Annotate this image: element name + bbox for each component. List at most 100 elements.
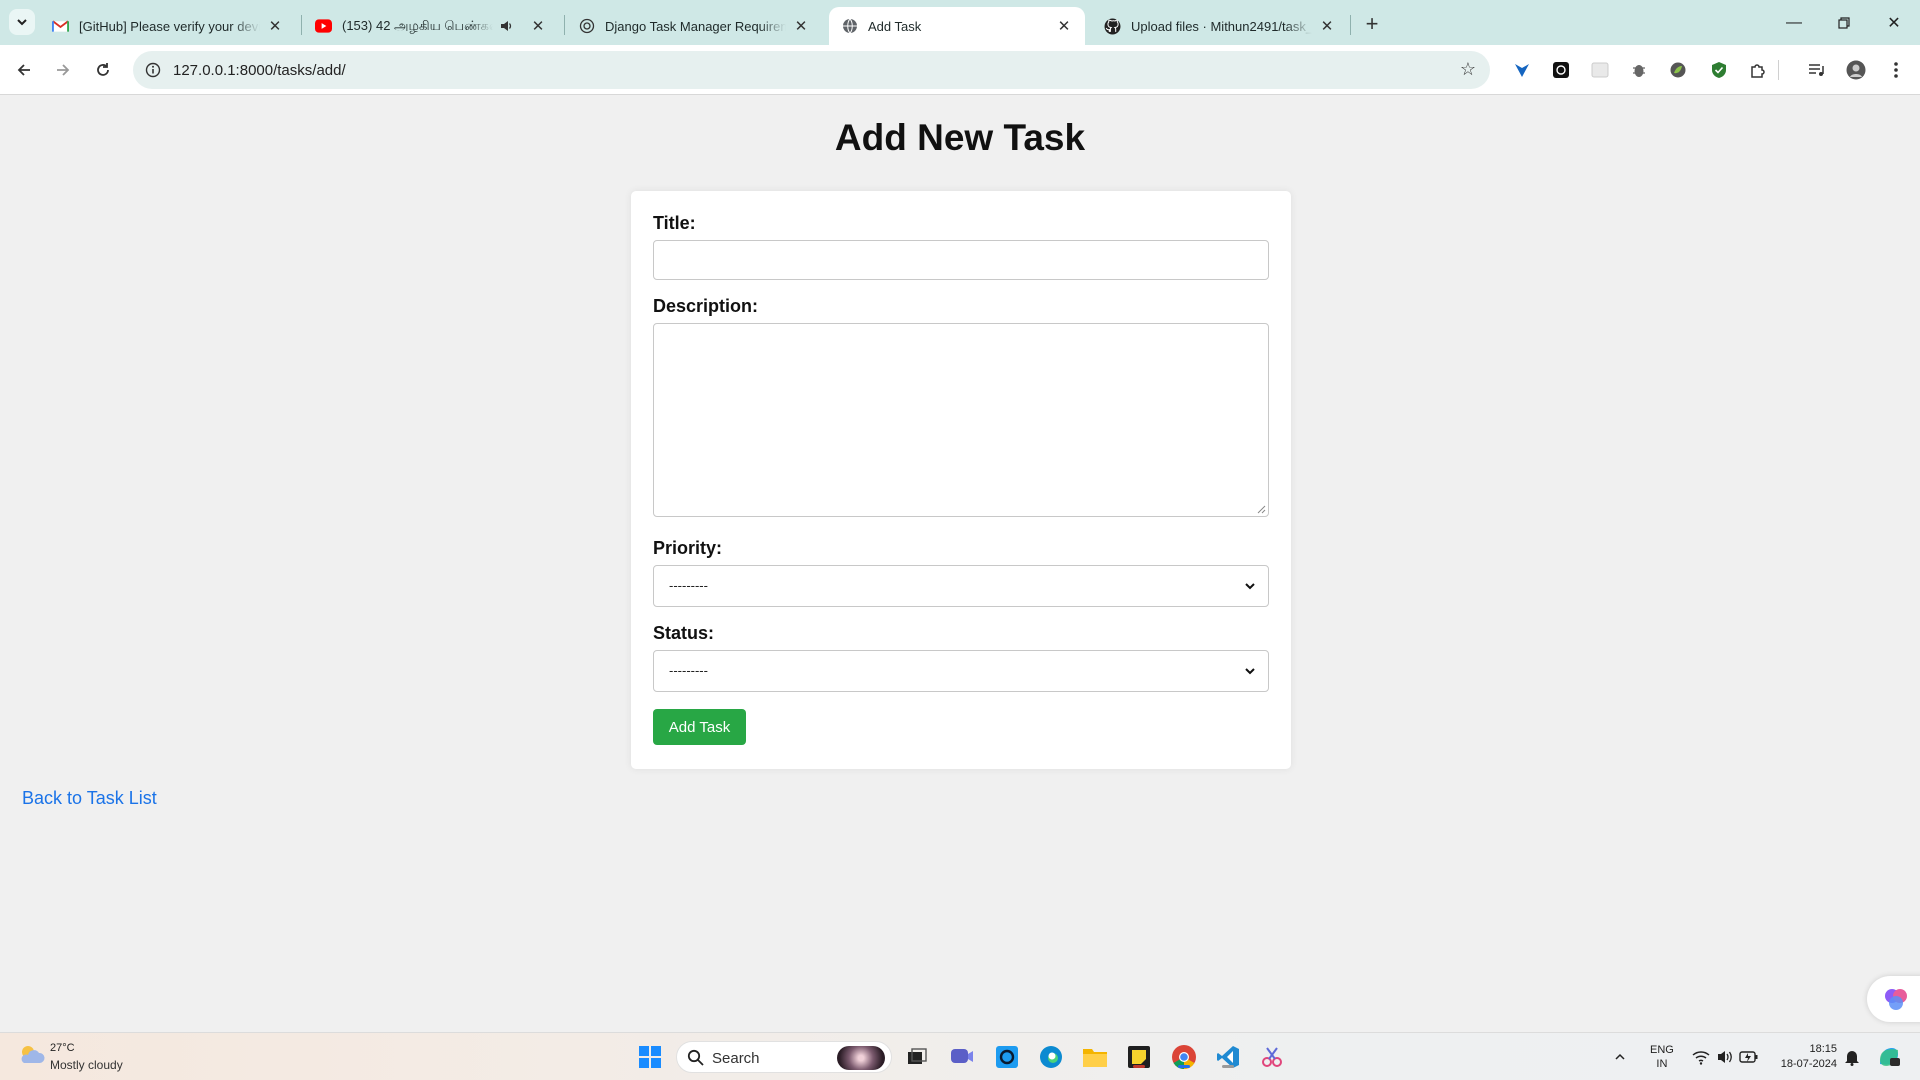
volume-icon[interactable] [1714, 1043, 1736, 1071]
globe-icon [841, 18, 858, 35]
reload-icon [97, 63, 109, 76]
reload-button[interactable] [88, 55, 118, 85]
tab-separator [301, 15, 302, 35]
back-button[interactable] [9, 55, 39, 85]
chatgpt-icon [578, 18, 595, 35]
temperature: 27°C [50, 1042, 75, 1054]
extensions-puzzle-icon[interactable] [1748, 60, 1768, 80]
running-indicator [1178, 1065, 1190, 1068]
tab-upload-files[interactable]: Upload files · Mithun2491/task_manager ✕ [1092, 7, 1348, 45]
tab-title: [GitHub] Please verify your device [79, 18, 260, 34]
tab-title: (153) 42 அழகிய பெண்களின் பெயர்கள் [342, 17, 493, 33]
status-select[interactable]: --------- [653, 650, 1269, 692]
tab-search-button[interactable] [9, 9, 35, 35]
tab-django-requirements[interactable]: Django Task Manager Requirements ✕ [566, 7, 822, 45]
forward-button[interactable] [48, 55, 78, 85]
youtube-icon [315, 18, 332, 35]
toolbar-divider [1778, 60, 1779, 80]
menu-kebab-icon[interactable] [1886, 60, 1906, 80]
start-button[interactable] [636, 1043, 664, 1071]
chrome-browser-icon[interactable] [1170, 1043, 1198, 1071]
file-explorer-icon[interactable] [1081, 1043, 1109, 1071]
github-icon [1104, 18, 1121, 35]
restore-icon [1838, 16, 1850, 29]
tab-youtube[interactable]: (153) 42 அழகிய பெண்களின் பெயர்கள் ✕ [303, 7, 559, 45]
notifications-bell-icon[interactable] [1840, 1043, 1864, 1071]
chevron-up-icon[interactable] [1611, 1043, 1629, 1071]
chevron-down-icon [1242, 578, 1258, 594]
cloud-icon [21, 1046, 45, 1063]
back-to-task-list-link[interactable]: Back to Task List [22, 788, 157, 809]
copilot-floating-button[interactable] [1867, 976, 1920, 1022]
title-input[interactable] [653, 240, 1269, 280]
media-controls-icon[interactable] [1806, 60, 1826, 80]
language-indicator[interactable]: ENG IN [1650, 1043, 1674, 1071]
minimize-icon: — [1786, 13, 1802, 31]
close-icon[interactable]: ✕ [529, 17, 547, 35]
resize-handle-icon[interactable] [1256, 504, 1266, 514]
running-indicator [1222, 1065, 1234, 1068]
site-info-icon[interactable] [143, 60, 163, 80]
chevron-down-icon [17, 19, 27, 26]
tab-title: Upload files · Mithun2491/task_manager [1131, 18, 1312, 34]
copilot-icon[interactable] [1874, 1043, 1904, 1071]
url-text[interactable]: 127.0.0.1:8000/tasks/add/ [173, 62, 346, 79]
task-view-icon[interactable] [903, 1043, 931, 1071]
wifi-icon[interactable] [1690, 1043, 1712, 1071]
teams-chat-icon[interactable] [948, 1043, 976, 1071]
add-task-button[interactable]: Add Task [653, 709, 746, 745]
description-label: Description: [653, 296, 759, 316]
clock-date: 18-07-2024 [1780, 1058, 1837, 1070]
tab-github-verify[interactable]: [GitHub] Please verify your device ✕ [40, 7, 296, 45]
system-clock[interactable]: 18:15 18-07-2024 [1775, 1042, 1837, 1072]
address-bar[interactable]: 127.0.0.1:8000/tasks/add/ ☆ [133, 51, 1490, 89]
brain-icon [1885, 989, 1907, 1010]
sticky-notes-icon[interactable] [1125, 1043, 1153, 1071]
arrow-left-icon [17, 64, 30, 76]
snipping-tool-icon[interactable] [1258, 1043, 1286, 1071]
language-code: ENG [1650, 1044, 1674, 1056]
title-label: Title: [653, 213, 696, 233]
battery-icon[interactable] [1738, 1043, 1760, 1071]
extension-vpn-icon[interactable] [1512, 60, 1532, 80]
status-selected-value: --------- [669, 663, 708, 678]
weather-widget[interactable] [18, 1043, 48, 1071]
arrow-right-icon [57, 64, 70, 76]
extension-blank-icon[interactable] [1590, 60, 1610, 80]
priority-select[interactable]: --------- [653, 565, 1269, 607]
close-icon[interactable]: ✕ [266, 17, 284, 35]
close-icon[interactable]: ✕ [1055, 17, 1073, 35]
edge-browser-icon[interactable] [1037, 1043, 1065, 1071]
windows-taskbar: 27°C Mostly cloudy Search ENG IN 18:15 1… [0, 1032, 1920, 1080]
close-icon[interactable]: ✕ [1318, 17, 1336, 35]
speaker-icon[interactable] [497, 17, 515, 35]
extension-leaf-icon[interactable] [1668, 60, 1688, 80]
taskbar-search[interactable]: Search [676, 1041, 892, 1073]
search-highlight-image [837, 1046, 885, 1070]
priority-label: Priority: [653, 538, 723, 558]
tab-add-task[interactable]: Add Task ✕ [829, 7, 1085, 45]
extension-shield-icon[interactable] [1709, 60, 1729, 80]
tab-title: Add Task [868, 18, 922, 34]
priority-selected-value: --------- [669, 578, 708, 593]
new-tab-button[interactable]: + [1358, 10, 1386, 38]
weather-condition: Mostly cloudy [50, 1058, 123, 1072]
clock-time: 18:15 [1809, 1043, 1837, 1055]
region-code: IN [1656, 1058, 1668, 1070]
close-window-button[interactable]: ✕ [1868, 0, 1920, 45]
browser-tab-bar: [GitHub] Please verify your device ✕ (15… [0, 0, 1920, 45]
task-form: Title: Description: Priority: --------- … [631, 191, 1291, 769]
extension-bug-icon[interactable] [1629, 60, 1649, 80]
description-textarea[interactable] [653, 323, 1269, 517]
search-icon [687, 1049, 704, 1066]
gmail-icon [52, 18, 69, 35]
vscode-icon[interactable] [1214, 1043, 1242, 1071]
close-icon[interactable]: ✕ [792, 17, 810, 35]
page-title: Add New Task [834, 117, 1086, 158]
extension-chatgpt-icon[interactable] [1551, 60, 1571, 80]
bookmark-star-icon[interactable]: ☆ [1460, 59, 1476, 80]
minimize-button[interactable]: — [1768, 0, 1820, 45]
profile-avatar[interactable] [1846, 60, 1866, 80]
app-square-icon[interactable] [993, 1043, 1021, 1071]
restore-button[interactable] [1818, 0, 1870, 45]
